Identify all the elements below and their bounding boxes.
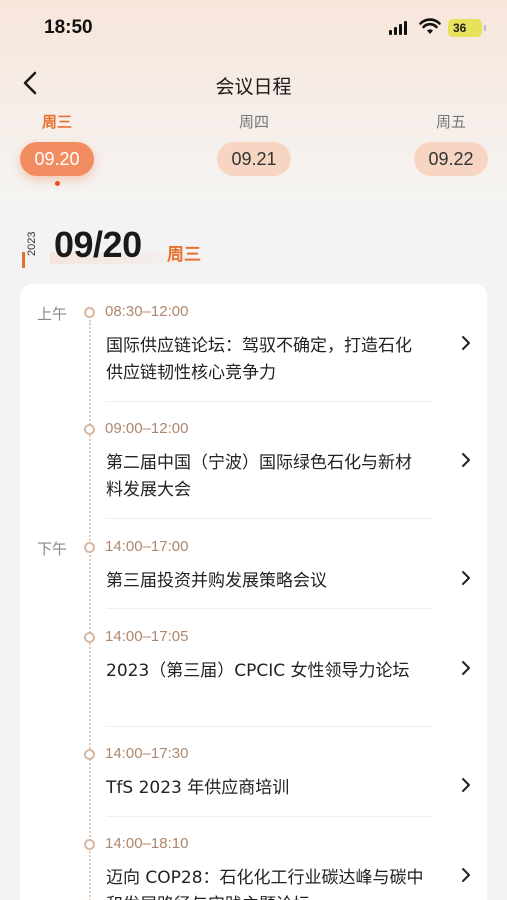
status-bar: 18:50 36 [0,0,507,56]
selected-weekday: 周三 [167,245,201,265]
session-title: 国际供应链论坛：驾驭不确定，打造石化供应链韧性核心竞争力 [106,336,412,383]
session-title: 迈向 COP28：石化化工行业碳达峰与碳中和发展路径与实践主题论坛 [106,868,424,900]
day-tab-weekday: 周五 [435,113,466,131]
session-title: 第二届中国（宁波）国际绿色石化与新材料发展大会 [106,453,412,500]
session-time: 14:00–17:05 [105,628,189,645]
day-tab-weekday: 周四 [238,113,269,131]
timeline-node [84,307,95,318]
chevron-right-icon [462,778,470,792]
day-tab-0921[interactable]: 周四 09.21 [214,112,294,176]
period-label: 下午 [37,540,68,558]
day-tab-0920[interactable]: 周三 09.20 [17,112,97,186]
chevron-right-icon [462,336,470,350]
status-time: 18:50 [44,17,93,38]
divider [106,518,432,519]
selected-year: 2023 [26,231,38,257]
session-title: 第三届投资并购发展策略会议 [106,571,327,591]
schedule-item[interactable]: 14:00–18:10 迈向 COP28：石化化工行业碳达峰与碳中和发展路径与实… [20,835,487,900]
day-tab-date: 09.22 [414,142,488,176]
session-time: 14:00–18:10 [105,835,189,852]
timeline-line [89,320,91,900]
day-tab-date: 09.21 [217,142,291,176]
selected-dot [54,181,60,186]
divider [106,816,432,817]
divider [106,726,432,727]
heading-accent-bar [22,252,25,268]
selected-date-heading: 2023 09/20 周三 [22,224,322,270]
selected-date: 09/20 [54,224,142,265]
chevron-right-icon [462,571,470,585]
session-time: 14:00–17:30 [105,745,189,762]
battery-icon: 36 [448,19,486,37]
timeline-node [84,542,95,553]
schedule-item[interactable]: 14:00–17:30 TfS 2023 年供应商培训 [20,745,487,805]
nav-bar: 会议日程 [0,62,507,106]
timeline-node [84,424,95,435]
session-title: 2023（第三届）CPCIC 女性领导力论坛 [106,661,410,681]
session-time: 08:30–12:00 [105,303,189,320]
timeline-node [84,632,95,643]
schedule-item[interactable]: 上午 08:30–12:00 国际供应链论坛：驾驭不确定，打造石化供应链韧性核心… [20,303,487,393]
chevron-right-icon [462,868,470,882]
day-tab-date: 09.20 [20,142,94,176]
session-time: 14:00–17:00 [105,538,189,555]
wifi-icon [419,18,441,34]
schedule-item[interactable]: 下午 14:00–17:00 第三届投资并购发展策略会议 [20,538,487,598]
chevron-right-icon [462,453,470,467]
chevron-right-icon [462,661,470,675]
session-time: 09:00–12:00 [105,420,189,437]
page-title: 会议日程 [215,76,292,98]
schedule-item[interactable]: 14:00–17:05 2023（第三届）CPCIC 女性领导力论坛 [20,628,487,718]
divider [106,608,432,609]
day-tab-weekday: 周三 [41,113,72,131]
session-title: TfS 2023 年供应商培训 [106,778,290,798]
schedule-item[interactable]: 09:00–12:00 第二届中国（宁波）国际绿色石化与新材料发展大会 [20,420,487,510]
timeline-node [84,749,95,760]
divider [106,401,432,402]
period-label: 上午 [37,305,68,323]
signal-icon [389,21,407,35]
day-tab-0922[interactable]: 周五 09.22 [411,112,491,176]
timeline-node [84,839,95,850]
